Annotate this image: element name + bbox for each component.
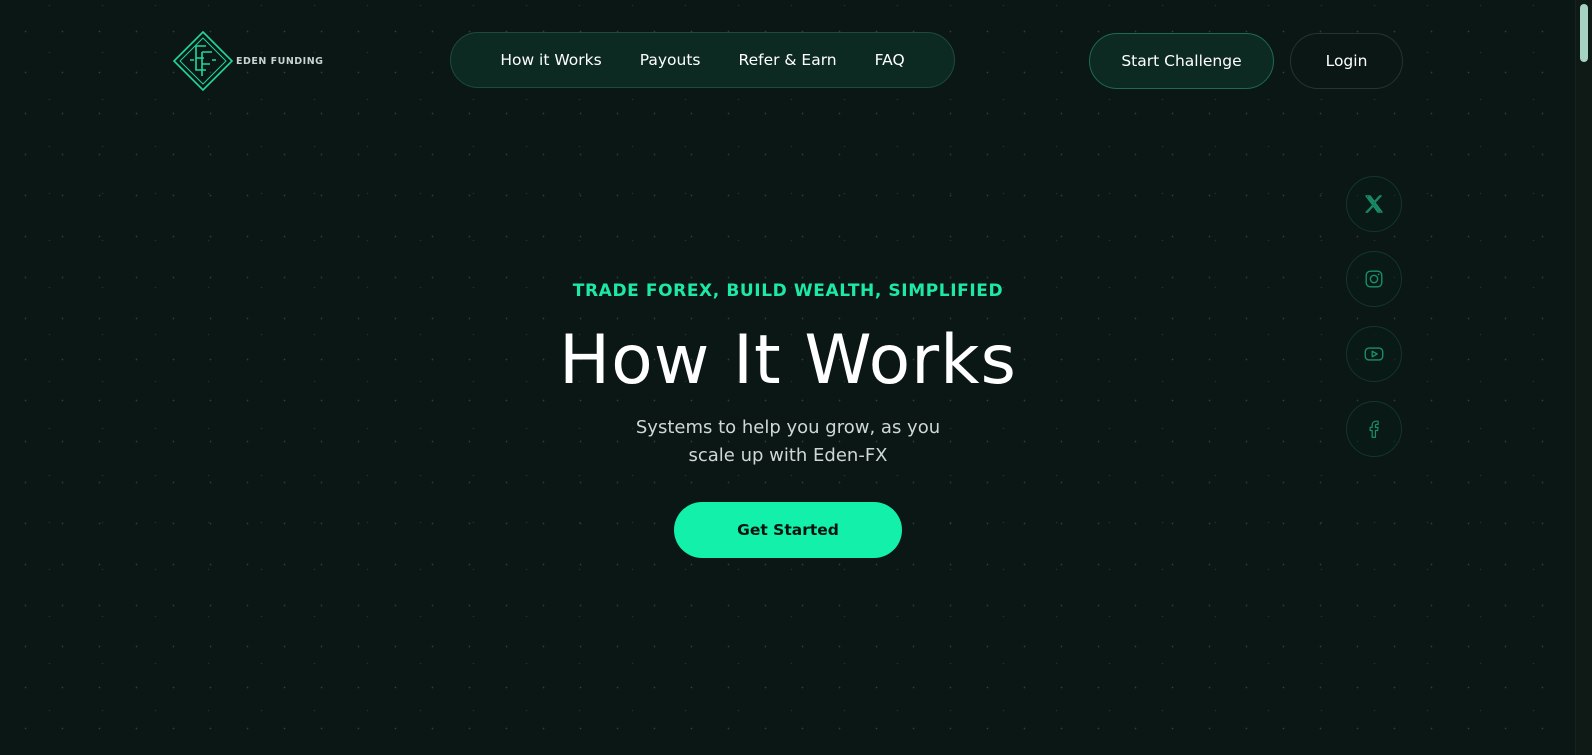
hero-subtitle-line-1: Systems to help you grow, as you [635,417,941,438]
x-twitter-icon [1365,195,1383,213]
nav-item-how-it-works[interactable]: How it Works [481,51,620,69]
hero-kicker: TRADE FOREX, BUILD WEALTH, SIMPLIFIED [572,281,1004,301]
scrollbar-thumb[interactable] [1580,4,1588,62]
nav-item-payouts[interactable]: Payouts [621,51,720,69]
page: EDEN FUNDING How it Works Payouts Refer … [0,0,1592,755]
get-started-button[interactable]: Get Started [674,502,902,558]
main-nav: How it Works Payouts Refer & Earn FAQ [450,32,955,88]
hero-subtitle-line-2: scale up with Eden-FX [688,445,888,466]
hero-subtitle: Systems to help you grow, as you scale u… [0,414,1576,470]
nav-item-refer-earn[interactable]: Refer & Earn [720,51,856,69]
page-title: How It Works [559,321,1017,400]
brand-name: EDEN FUNDING [236,55,324,67]
start-challenge-button[interactable]: Start Challenge [1089,33,1274,89]
eden-monogram-icon [172,30,234,92]
login-button[interactable]: Login [1290,33,1403,89]
nav-item-faq[interactable]: FAQ [856,51,924,69]
brand-logo[interactable]: EDEN FUNDING [172,30,323,92]
social-link-x[interactable] [1346,176,1402,232]
page-scrollbar[interactable] [1575,0,1592,755]
